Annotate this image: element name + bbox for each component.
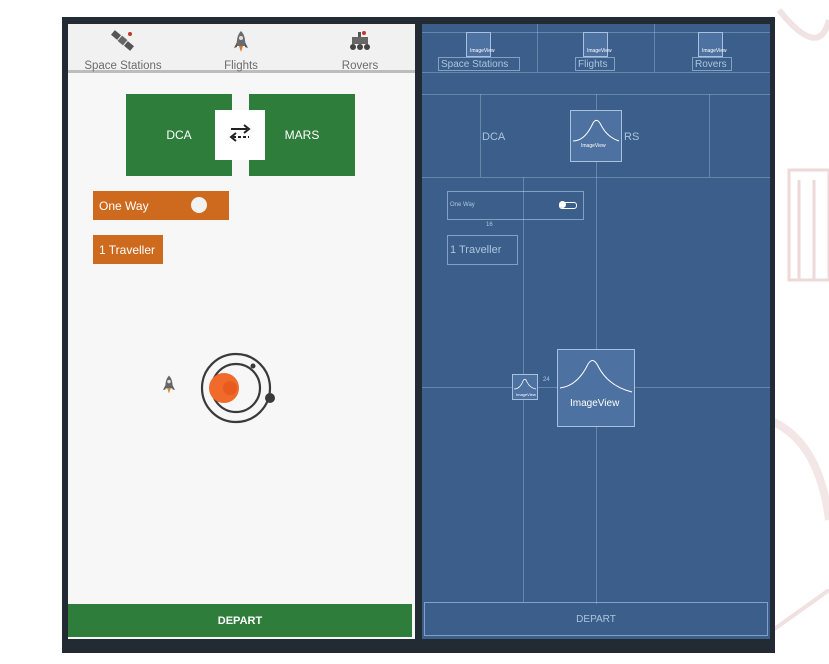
- rocket-icon: [234, 30, 248, 59]
- depart-label: DEPART: [217, 614, 263, 627]
- guide-line: [422, 72, 770, 73]
- blueprint-depart-button[interactable]: DEPART: [424, 602, 768, 636]
- tab-image-placeholder: ImageView: [583, 32, 612, 57]
- blueprint-planet-image: ImageView: [557, 349, 635, 427]
- swap-arrows-icon: [227, 122, 253, 149]
- placeholder-label: ImageView: [581, 143, 606, 149]
- placeholder-label: ImageView: [702, 48, 727, 54]
- blueprint-rocket-image: ImageView: [512, 374, 538, 400]
- blueprint-tab-rovers[interactable]: Rovers: [692, 57, 732, 71]
- tab-space-stations[interactable]: Space Stations: [68, 24, 178, 73]
- blueprint-traveller-label: 1 Traveller: [450, 244, 502, 256]
- tab-label: Rovers: [341, 60, 379, 72]
- blueprint-tab-label: Flights: [578, 59, 608, 70]
- blueprint-depart-label: DEPART: [576, 614, 616, 625]
- traveller-selector[interactable]: 1 Traveller: [93, 235, 163, 264]
- traveller-label: 1 Traveller: [99, 242, 156, 257]
- blueprint-swap-image: ImageView: [570, 110, 622, 162]
- destination-label: MARS: [284, 128, 320, 142]
- rocket-icon: [163, 374, 175, 401]
- placeholder-label: ImageView: [587, 48, 612, 54]
- blueprint-origin-label: DCA: [482, 131, 506, 143]
- margin-label: 16: [486, 222, 493, 228]
- tab-bar: Space Stations Flights Rovers: [68, 24, 415, 73]
- blueprint-tab-label: Space Stations: [441, 59, 509, 70]
- satellite-icon: [110, 30, 136, 57]
- depart-button[interactable]: DEPART: [68, 604, 412, 637]
- placeholder-label: ImageView: [516, 392, 536, 397]
- blueprint-view: ImageView ImageView ImageView Space Stat…: [422, 24, 770, 639]
- one-way-toggle[interactable]: One Way: [93, 191, 229, 220]
- guide-line: [654, 24, 655, 72]
- placeholder-label: ImageView: [470, 48, 495, 54]
- blueprint-tab-flights[interactable]: Flights: [575, 57, 615, 71]
- blueprint-one-way-label: One Way: [450, 202, 475, 208]
- tab-image-placeholder: ImageView: [466, 32, 495, 57]
- blueprint-tab-space-stations[interactable]: Space Stations: [438, 57, 520, 71]
- origin-label: DCA: [166, 128, 192, 142]
- toggle-switch[interactable]: [191, 197, 207, 213]
- blueprint-destination-label: RS: [624, 131, 640, 143]
- tab-flights[interactable]: Flights: [186, 24, 296, 73]
- rover-icon: [346, 30, 374, 57]
- blueprint-tab-label: Rovers: [695, 59, 727, 70]
- blueprint-toggle-knob: [559, 201, 566, 208]
- tab-rovers[interactable]: Rovers: [305, 24, 415, 73]
- tab-image-placeholder: ImageView: [698, 32, 727, 57]
- placeholder-label: ImageView: [570, 398, 620, 409]
- swap-button[interactable]: [215, 110, 265, 160]
- guide-line: [537, 24, 538, 72]
- blueprint-one-way-toggle[interactable]: One Way: [447, 191, 584, 220]
- blueprint-traveller-selector[interactable]: 1 Traveller: [447, 235, 518, 265]
- tab-label: Flights: [224, 60, 258, 72]
- guide-line: [480, 94, 481, 177]
- one-way-label: One Way: [99, 198, 149, 213]
- tab-label: Space Stations: [84, 60, 162, 72]
- margin-label: 24: [543, 377, 550, 383]
- design-preview: Space Stations Flights Rovers DCA MARS O…: [68, 24, 415, 639]
- guide-line: [709, 94, 710, 177]
- planet-orbit-icon: [198, 344, 282, 433]
